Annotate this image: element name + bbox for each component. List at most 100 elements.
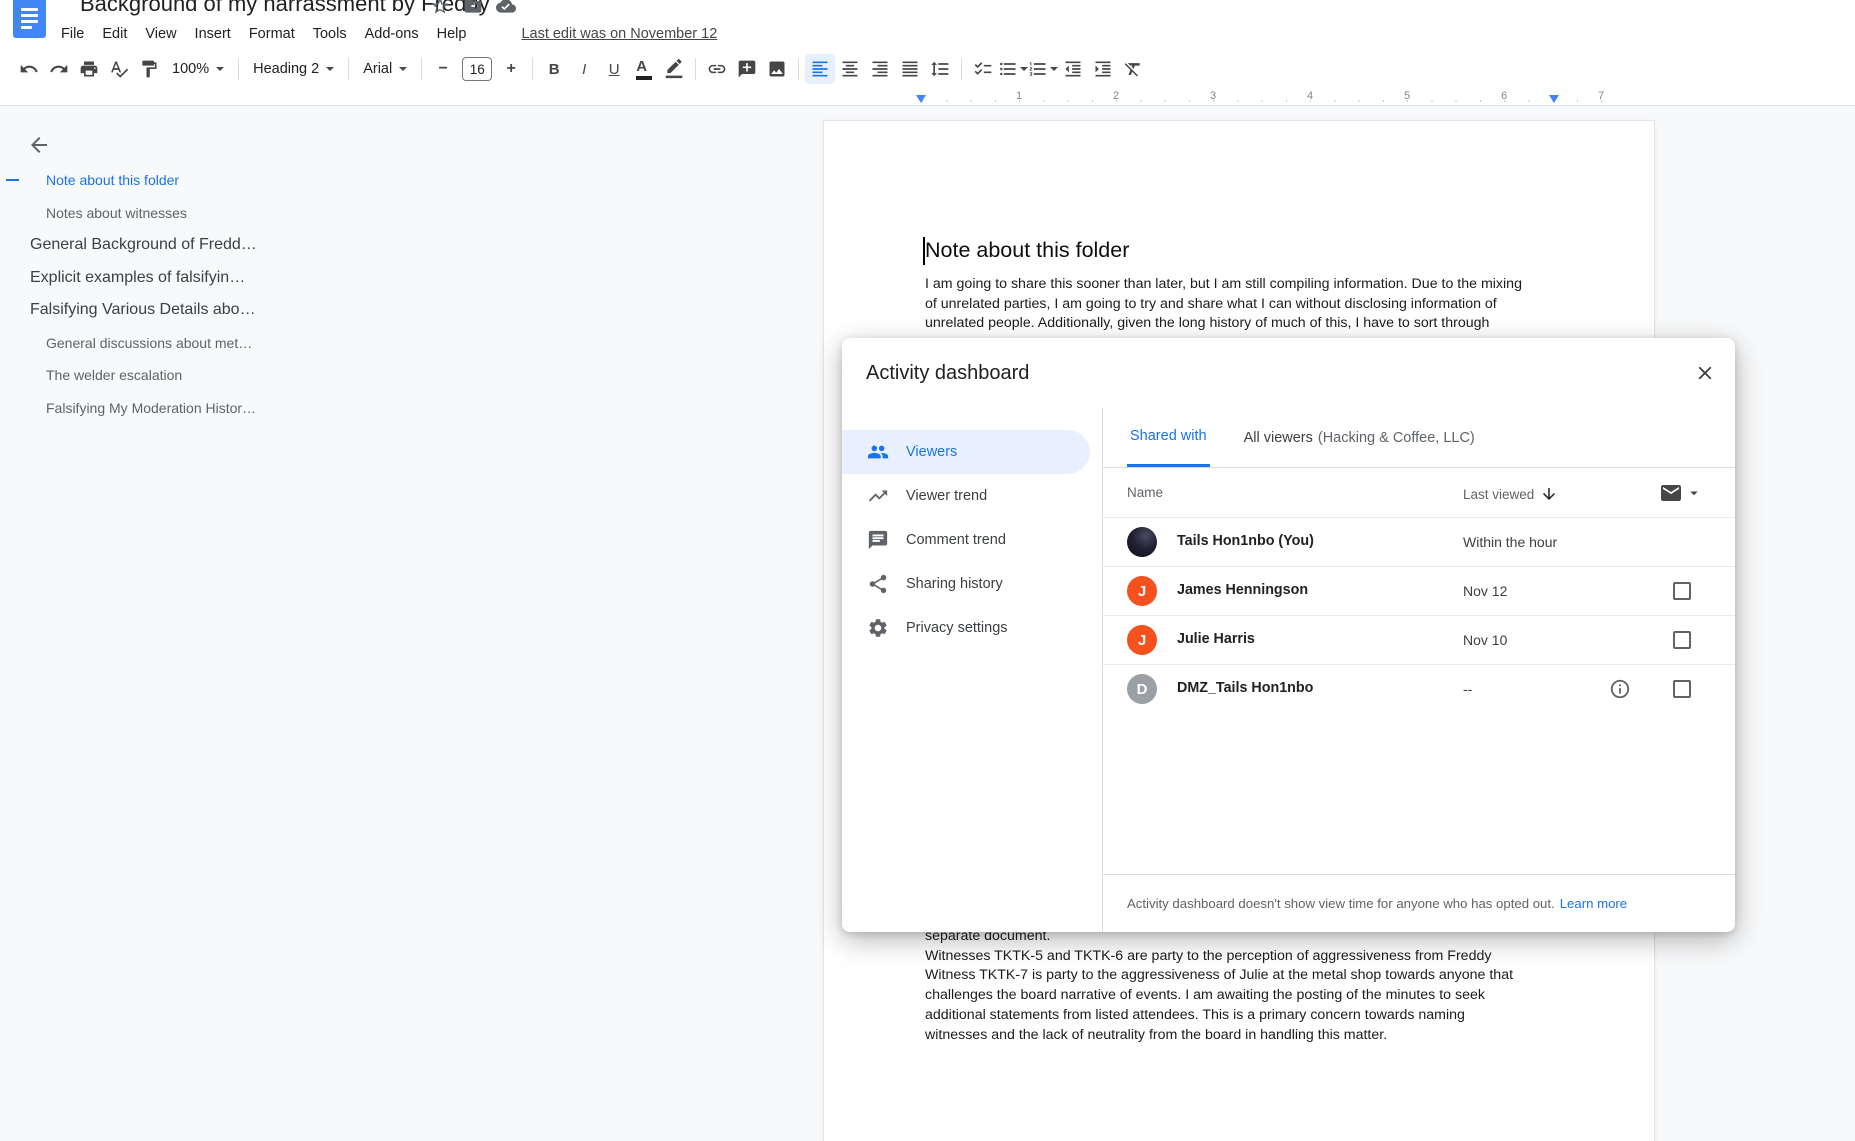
line-spacing-button[interactable] xyxy=(925,54,955,84)
table-header: Name Last viewed xyxy=(1103,468,1735,518)
highlight-color-button[interactable] xyxy=(659,54,689,84)
increase-indent-button[interactable] xyxy=(1088,54,1118,84)
horizontal-ruler: 1 2 3 4 5 6 7 xyxy=(0,88,1855,106)
viewer-tabs: Shared with All viewers (Hacking & Coffe… xyxy=(1103,408,1735,468)
dialog-content: Shared with All viewers (Hacking & Coffe… xyxy=(1102,408,1735,932)
people-icon xyxy=(867,441,889,463)
align-justify-button[interactable] xyxy=(895,54,925,84)
nav-item-viewer-trend[interactable]: Viewer trend xyxy=(842,474,1090,518)
dialog-body: Viewers Viewer trend Comment trend Shari… xyxy=(842,408,1735,932)
add-comment-button[interactable] xyxy=(732,54,762,84)
nav-label: Viewers xyxy=(906,444,957,460)
close-icon xyxy=(1694,362,1716,384)
column-last-viewed[interactable]: Last viewed xyxy=(1463,485,1558,503)
dialog-footer: Activity dashboard doesn't show view tim… xyxy=(1103,874,1735,932)
menu-help[interactable]: Help xyxy=(428,21,476,47)
select-viewer-checkbox[interactable] xyxy=(1673,680,1691,698)
nav-item-privacy-settings[interactable]: Privacy settings xyxy=(842,606,1090,650)
outline-item-notes-about-witnesses[interactable]: Notes about witnesses xyxy=(0,197,700,230)
numbered-list-button[interactable] xyxy=(1028,54,1058,84)
print-button[interactable] xyxy=(74,54,104,84)
clear-formatting-button[interactable] xyxy=(1118,54,1148,84)
avatar xyxy=(1127,527,1157,557)
trending-up-icon xyxy=(867,485,889,507)
font-size-input[interactable]: 16 xyxy=(462,57,492,81)
nav-label: Privacy settings xyxy=(906,620,1008,636)
insert-link-button[interactable] xyxy=(702,54,732,84)
close-dialog-button[interactable] xyxy=(1693,361,1717,385)
outline-item-note-about-this-folder[interactable]: Note about this folder xyxy=(0,164,700,197)
align-center-button[interactable] xyxy=(835,54,865,84)
envelope-icon xyxy=(1659,481,1683,505)
font-family-select[interactable]: Arial xyxy=(355,54,415,84)
viewer-row: D DMZ_Tails Hon1nbo -- xyxy=(1103,665,1735,714)
align-left-button[interactable] xyxy=(805,54,835,84)
right-indent-marker[interactable] xyxy=(1549,95,1559,103)
star-icon[interactable] xyxy=(430,0,450,16)
tab-shared-with[interactable]: Shared with xyxy=(1127,408,1210,467)
viewer-name: DMZ_Tails Hon1nbo xyxy=(1177,680,1313,696)
italic-button[interactable]: I xyxy=(569,54,599,84)
decrease-font-size-button[interactable]: − xyxy=(428,54,458,84)
select-viewer-checkbox[interactable] xyxy=(1673,582,1691,600)
last-edit-link[interactable]: Last edit was on November 12 xyxy=(521,26,717,42)
nav-label: Viewer trend xyxy=(906,488,987,504)
outline-item-falsifying-details[interactable]: Falsifying Various Details abo… xyxy=(0,294,700,327)
outline-item-welder-escalation[interactable]: The welder escalation xyxy=(0,359,700,392)
docs-logo-icon[interactable] xyxy=(13,0,46,38)
underline-button[interactable]: U xyxy=(599,54,629,84)
title-actions xyxy=(430,0,516,16)
menu-format[interactable]: Format xyxy=(240,21,304,47)
email-viewers-button[interactable] xyxy=(1659,481,1703,505)
nav-item-sharing-history[interactable]: Sharing history xyxy=(842,562,1090,606)
nav-label: Comment trend xyxy=(906,532,1006,548)
document-title[interactable]: Background of my harrassment by Freddy xyxy=(80,0,490,17)
nav-item-viewers[interactable]: Viewers xyxy=(842,430,1090,474)
paragraph-style-select[interactable]: Heading 2 xyxy=(245,54,342,84)
insert-image-button[interactable] xyxy=(762,54,792,84)
nav-item-comment-trend[interactable]: Comment trend xyxy=(842,518,1090,562)
undo-button[interactable] xyxy=(14,54,44,84)
viewer-info-button[interactable] xyxy=(1609,678,1631,700)
decrease-indent-button[interactable] xyxy=(1058,54,1088,84)
viewer-row: Tails Hon1nbo (You) Within the hour xyxy=(1103,518,1735,567)
learn-more-link[interactable]: Learn more xyxy=(1560,896,1627,911)
info-icon xyxy=(1609,678,1631,700)
menu-file[interactable]: File xyxy=(52,21,93,47)
google-docs-app: Background of my harrassment by Freddy F… xyxy=(0,0,1855,1141)
tab-all-viewers[interactable]: All viewers (Hacking & Coffee, LLC) xyxy=(1244,408,1475,467)
outline-item-moderation-history[interactable]: Falsifying My Moderation Histor… xyxy=(0,392,700,425)
cloud-status-icon[interactable] xyxy=(496,0,516,16)
zoom-select[interactable]: 100% xyxy=(164,54,232,84)
gear-icon xyxy=(867,617,889,639)
outline-item-explicit-examples[interactable]: Explicit examples of falsifyin… xyxy=(0,262,700,295)
outline-item-general-discussions[interactable]: General discussions about met… xyxy=(0,327,700,360)
viewer-row: J James Henningson Nov 12 xyxy=(1103,567,1735,616)
spellcheck-button[interactable] xyxy=(104,54,134,84)
menu-tools[interactable]: Tools xyxy=(304,21,356,47)
menu-insert[interactable]: Insert xyxy=(186,21,240,47)
outline-item-general-background[interactable]: General Background of Fredd… xyxy=(0,229,700,262)
bulleted-list-button[interactable] xyxy=(998,54,1028,84)
text-color-button[interactable]: A xyxy=(629,54,659,84)
avatar: J xyxy=(1127,576,1157,606)
close-outline-button[interactable] xyxy=(24,130,54,160)
align-right-button[interactable] xyxy=(865,54,895,84)
checklist-button[interactable] xyxy=(968,54,998,84)
bold-button[interactable]: B xyxy=(539,54,569,84)
redo-button[interactable] xyxy=(44,54,74,84)
increase-font-size-button[interactable]: + xyxy=(496,54,526,84)
menu-addons[interactable]: Add-ons xyxy=(356,21,428,47)
menu-edit[interactable]: Edit xyxy=(93,21,136,47)
avatar: J xyxy=(1127,625,1157,655)
chevron-down-icon xyxy=(1685,484,1703,502)
nav-label: Sharing history xyxy=(906,576,1003,592)
left-indent-marker[interactable] xyxy=(916,95,926,103)
move-folder-icon[interactable] xyxy=(463,0,483,16)
paint-format-button[interactable] xyxy=(134,54,164,84)
select-viewer-checkbox[interactable] xyxy=(1673,631,1691,649)
menu-view[interactable]: View xyxy=(136,21,185,47)
viewer-name: James Henningson xyxy=(1177,582,1308,598)
top-bar: Background of my harrassment by Freddy F… xyxy=(0,0,1855,50)
comment-icon xyxy=(867,529,889,551)
